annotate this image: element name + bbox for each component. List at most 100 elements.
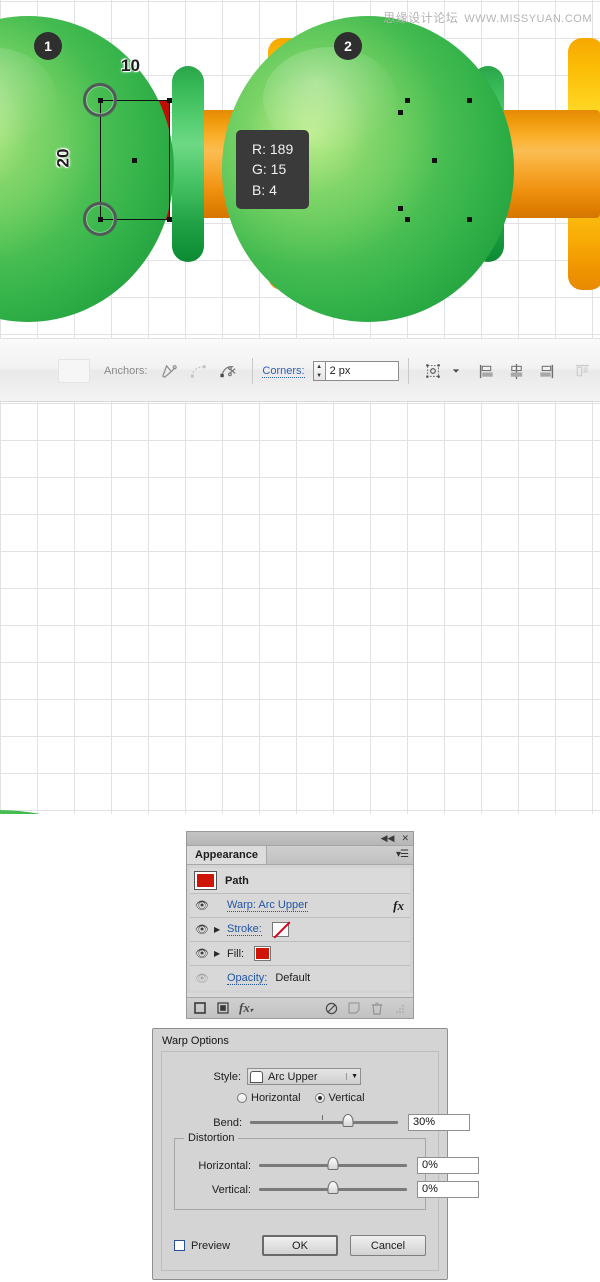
corners-input[interactable]: 2 px	[325, 361, 399, 381]
add-new-stroke-icon[interactable]	[193, 1001, 207, 1015]
tab-appearance[interactable]: Appearance	[187, 846, 267, 864]
style-select-value: Arc Upper	[268, 1071, 318, 1083]
radio-vertical-label: Vertical	[329, 1092, 365, 1104]
style-select[interactable]: Arc Upper ▼	[247, 1068, 361, 1085]
anchor-point-2-br[interactable]	[467, 217, 472, 222]
add-new-effect-icon[interactable]: fx▾	[239, 1000, 253, 1016]
expand-arrow-fill[interactable]: ▶	[214, 949, 227, 958]
vertical-distortion-input[interactable]: 0%	[417, 1181, 479, 1198]
bend-slider-knob[interactable]	[343, 1114, 354, 1127]
corners-stepper[interactable]: ▲▼ 2 px	[313, 361, 399, 381]
transform-each-icon[interactable]	[421, 359, 445, 383]
step-badge-2-label: 2	[344, 38, 352, 54]
appearance-row-opacity[interactable]: 👁 Opacity: Default	[190, 966, 410, 990]
visibility-eye-icon[interactable]: 👁	[190, 899, 214, 912]
align-top-icon[interactable]	[571, 359, 595, 383]
warp-dialog-body: Style: Arc Upper ▼ Horizontal Vertical	[161, 1051, 439, 1271]
anchor-point-2-bl[interactable]	[405, 217, 410, 222]
style-row: Style: Arc Upper ▼	[199, 1068, 429, 1085]
appearance-row-stroke-label[interactable]: Stroke:	[227, 923, 262, 936]
corners-spinner-icon[interactable]: ▲▼	[313, 361, 325, 381]
distortion-legend: Distortion	[184, 1132, 238, 1144]
toolbar-ghost-button[interactable]	[58, 359, 90, 383]
green-sphere-1	[0, 16, 174, 322]
appearance-titlebar: ◀◀ ✕	[187, 832, 413, 846]
radio-horizontal[interactable]: Horizontal	[237, 1092, 301, 1104]
effect-fx-icon[interactable]: fx	[393, 898, 404, 914]
anchor-point-2-ml[interactable]	[398, 110, 403, 115]
horizontal-distortion-label: Horizontal:	[187, 1160, 251, 1172]
tooltip-blue-value: B: 4	[252, 180, 309, 200]
horizontal-distortion-slider[interactable]	[259, 1164, 407, 1167]
add-new-fill-icon[interactable]	[216, 1001, 230, 1015]
delete-item-icon[interactable]	[370, 1001, 384, 1015]
step-badge-1: 1	[34, 32, 62, 60]
step-badge-2: 2	[334, 32, 362, 60]
bend-label: Bend:	[198, 1117, 242, 1129]
anchor-point-center	[132, 158, 137, 163]
anchor-point-2-bml[interactable]	[398, 206, 403, 211]
align-center-icon[interactable]	[505, 359, 529, 383]
illustration-canvas-bottom: 3	[0, 402, 600, 814]
duplicate-item-icon[interactable]	[347, 1001, 361, 1015]
visibility-eye-icon-fill[interactable]: 👁	[190, 947, 214, 960]
convert-anchor-pen-icon[interactable]	[156, 359, 180, 383]
radio-vertical[interactable]: Vertical	[315, 1092, 365, 1104]
resize-grip-icon[interactable]	[393, 1001, 407, 1015]
clear-appearance-icon[interactable]	[324, 1001, 338, 1015]
cut-path-icon[interactable]	[216, 359, 240, 383]
radio-vertical-dot[interactable]	[315, 1093, 325, 1103]
horizontal-distortion-input[interactable]: 0%	[417, 1157, 479, 1174]
preview-checkbox-box[interactable]	[174, 1240, 185, 1251]
appearance-row-path[interactable]: Path	[190, 868, 410, 894]
anchor-point-2-tr[interactable]	[467, 98, 472, 103]
chevron-down-icon[interactable]	[451, 359, 461, 383]
cancel-button[interactable]: Cancel	[350, 1235, 426, 1256]
expand-arrow-stroke[interactable]: ▶	[214, 925, 227, 934]
horizontal-distortion-knob[interactable]	[328, 1157, 339, 1170]
watermark-cn-text: 思缘设计论坛	[383, 11, 458, 25]
bend-value-input[interactable]: 30%	[408, 1114, 470, 1131]
align-right-icon[interactable]	[535, 359, 559, 383]
control-toolbar: Anchors:	[0, 338, 600, 402]
visibility-eye-icon-stroke[interactable]: 👁	[190, 923, 214, 936]
align-left-icon[interactable]	[475, 359, 499, 383]
chevron-down-icon[interactable]: ▼	[346, 1073, 358, 1080]
radio-horizontal-dot[interactable]	[237, 1093, 247, 1103]
arc-upper-icon	[250, 1071, 263, 1083]
appearance-panel: ◀◀ ✕ Appearance ▾☰ Path 👁 Warp: Arc Uppe…	[186, 831, 414, 1019]
close-icon[interactable]: ✕	[401, 832, 409, 845]
preview-checkbox[interactable]: Preview	[174, 1240, 230, 1252]
color-value-tooltip: R: 189 G: 15 B: 4	[236, 130, 309, 209]
appearance-row-fill[interactable]: 👁 ▶ Fill:	[190, 942, 410, 966]
bend-slider[interactable]	[250, 1121, 398, 1124]
dimension-width-label: 10	[121, 56, 140, 76]
anchor-point-tr[interactable]	[167, 98, 172, 103]
vertical-distortion-knob[interactable]	[328, 1181, 339, 1194]
bend-slider-tick	[322, 1115, 323, 1120]
appearance-row-warp-label[interactable]: Warp: Arc Upper	[227, 899, 308, 912]
anchor-point-2-tl[interactable]	[405, 98, 410, 103]
visibility-eye-icon-opacity[interactable]: 👁	[190, 972, 214, 985]
anchor-highlight-bottom	[83, 202, 117, 236]
panel-menu-icon[interactable]: ▾☰	[396, 849, 408, 860]
path-thumbnail-swatch[interactable]	[194, 871, 217, 890]
appearance-row-path-label: Path	[225, 875, 410, 887]
appearance-row-stroke[interactable]: 👁 ▶ Stroke:	[190, 918, 410, 942]
anchor-point-br[interactable]	[167, 217, 172, 222]
warp-options-dialog: Warp Options Style: Arc Upper ▼ Horizont…	[152, 1028, 448, 1280]
ok-button[interactable]: OK	[262, 1235, 338, 1256]
corners-label[interactable]: Corners:	[262, 365, 304, 378]
appearance-row-warp[interactable]: 👁 Warp: Arc Upper fx	[190, 894, 410, 918]
stroke-none-swatch[interactable]	[272, 922, 289, 937]
vertical-distortion-slider[interactable]	[259, 1188, 407, 1191]
toolbar-divider-1	[252, 358, 253, 384]
vertical-distortion-label: Vertical:	[187, 1184, 251, 1196]
vertical-distortion-row: Vertical: 0%	[187, 1181, 479, 1198]
appearance-row-opacity-label[interactable]: Opacity:	[227, 972, 267, 985]
screenshot-root: 1 #canvas-top .badge:nth-of-type(1) {} 1…	[0, 0, 600, 1282]
fill-color-swatch[interactable]	[254, 946, 271, 961]
orientation-radio-group: Horizontal Vertical	[237, 1092, 365, 1104]
collapse-icon[interactable]: ◀◀	[381, 832, 395, 845]
convert-to-smooth-icon[interactable]	[186, 359, 210, 383]
